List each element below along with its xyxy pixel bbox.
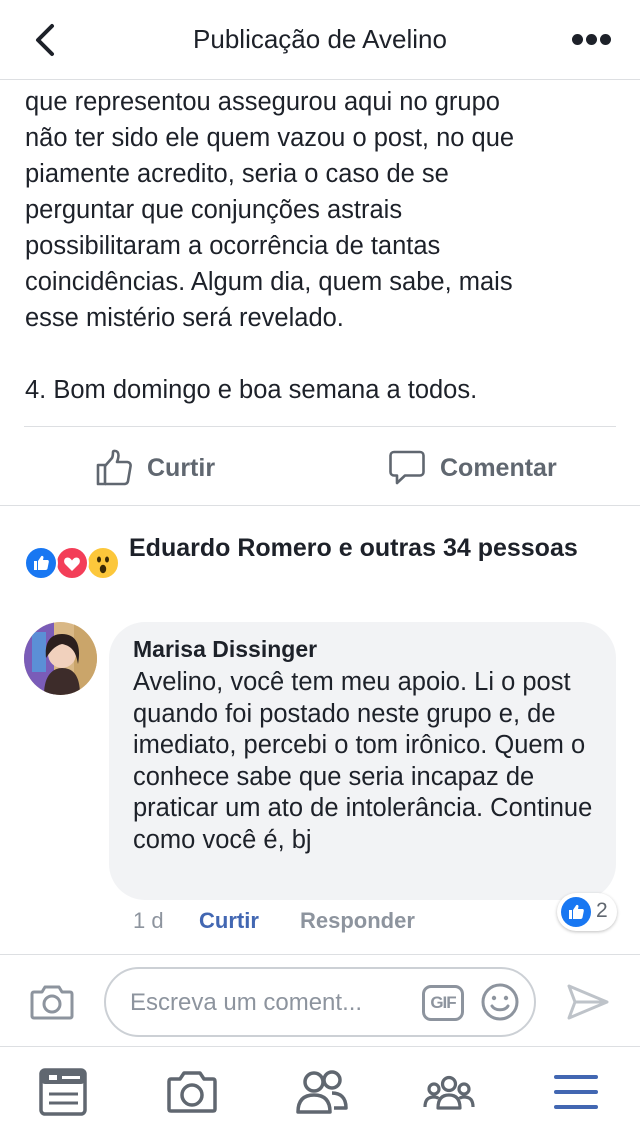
more-dot: [600, 34, 611, 45]
tab-bar-divider: [0, 1046, 640, 1047]
camera-icon: [30, 985, 74, 1020]
emoji-button[interactable]: [480, 982, 520, 1022]
reactions-summary[interactable]: Eduardo Romero e outras 34 pessoas: [129, 532, 599, 565]
more-dot: [586, 34, 597, 45]
comment-time: 1 d: [133, 908, 164, 933]
like-reaction-icon: [561, 897, 591, 927]
tab-friends[interactable]: [294, 1064, 350, 1120]
comment-label: Comentar: [440, 453, 557, 482]
tab-groups[interactable]: [422, 1064, 476, 1120]
comment-input[interactable]: Escreva um coment... GIF: [104, 967, 536, 1037]
groups-icon: [423, 1075, 475, 1110]
comment-reactions-badge[interactable]: 2: [557, 893, 617, 931]
tab-camera[interactable]: [166, 1064, 218, 1120]
reaction-count: 2: [596, 899, 608, 922]
friends-icon: [296, 1070, 348, 1114]
section-divider: [0, 505, 640, 506]
page-title: Publicação de Avelino: [193, 24, 447, 54]
reaction-icons[interactable]: [24, 546, 124, 582]
comment-reply-button[interactable]: Responder: [300, 908, 415, 934]
comment-like-button[interactable]: Curtir: [199, 908, 259, 934]
top-bar: Publicação de Avelino: [0, 0, 640, 80]
send-icon: [567, 984, 609, 1020]
post-divider: [24, 426, 616, 427]
like-button[interactable]: Curtir: [95, 444, 215, 492]
menu-icon: [554, 1075, 598, 1109]
avatar[interactable]: [24, 622, 97, 695]
news-feed-icon: [39, 1068, 87, 1116]
comment-text: Avelino, você tem meu apoio. Li o post q…: [133, 668, 593, 854]
comment-button[interactable]: Comentar: [388, 444, 557, 492]
thumbs-up-icon: [96, 449, 132, 486]
post-body-text: que representou assegurou aqui no grupo …: [25, 88, 515, 404]
wow-reaction-icon: [86, 546, 120, 580]
send-button[interactable]: [566, 982, 610, 1022]
gif-button[interactable]: GIF: [422, 985, 464, 1021]
love-reaction-icon: [55, 546, 89, 580]
camera-button[interactable]: [30, 982, 74, 1022]
more-options-button[interactable]: [572, 34, 612, 46]
like-reaction-icon: [24, 546, 58, 580]
comment-author[interactable]: Marisa Dissinger: [133, 636, 317, 663]
comment-input-placeholder: Escreva um coment...: [130, 989, 363, 1016]
tab-menu[interactable]: [552, 1064, 602, 1120]
smiley-icon: [481, 983, 519, 1021]
like-label: Curtir: [147, 453, 216, 482]
tab-news-feed[interactable]: [38, 1064, 90, 1120]
composer-divider: [0, 954, 640, 955]
more-dots-icon: [572, 34, 583, 45]
camera-icon: [167, 1071, 217, 1113]
comment-bubble-icon: [389, 450, 425, 485]
